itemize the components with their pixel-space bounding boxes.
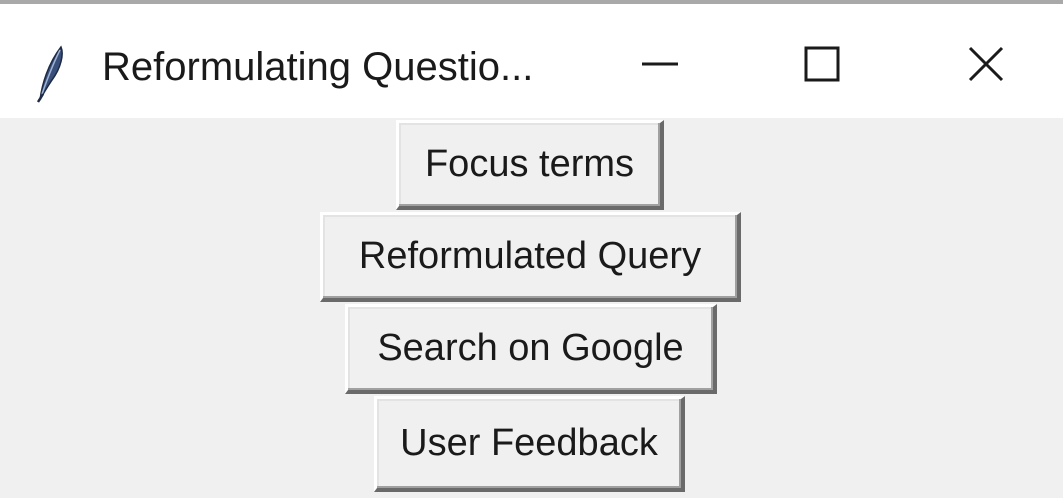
maximize-button[interactable] xyxy=(774,24,870,108)
user-feedback-button[interactable]: User Feedback xyxy=(374,396,685,492)
app-window: Reformulating Questio... Focus terms Ref… xyxy=(0,0,1063,498)
window-top-border xyxy=(0,0,1063,10)
search-on-google-button[interactable]: Search on Google xyxy=(345,304,717,394)
reformulated-query-button[interactable]: Reformulated Query xyxy=(320,212,741,302)
close-button[interactable] xyxy=(938,24,1034,108)
focus-terms-button[interactable]: Focus terms xyxy=(396,120,664,210)
close-icon xyxy=(966,44,1006,89)
feather-icon xyxy=(34,44,66,104)
minimize-button[interactable] xyxy=(612,24,708,108)
window-title: Reformulating Questio... xyxy=(102,45,534,89)
minimize-icon xyxy=(640,44,680,89)
title-bar[interactable]: Reformulating Questio... xyxy=(0,10,1063,118)
maximize-icon xyxy=(802,44,842,89)
window-client-area: Focus terms Reformulated Query Search on… xyxy=(0,118,1063,498)
